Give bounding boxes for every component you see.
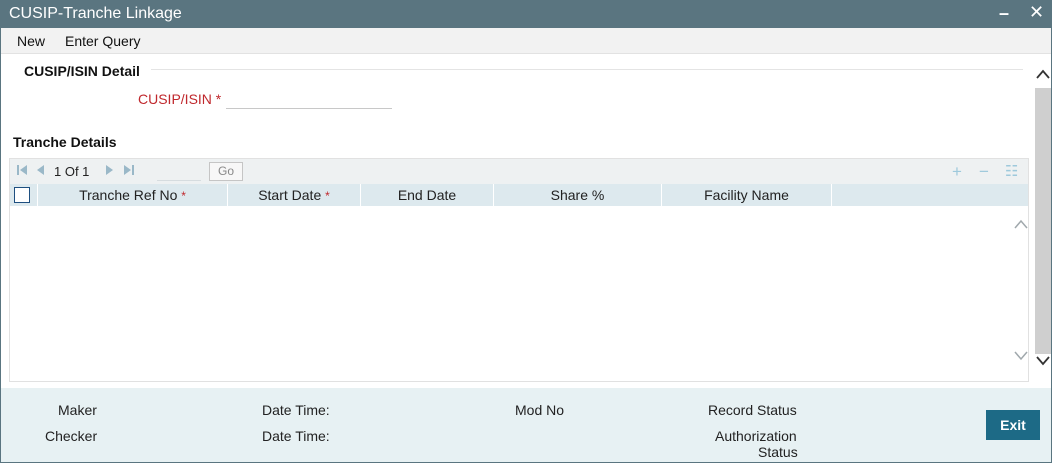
grid-scroll-down-icon[interactable] xyxy=(1014,349,1028,364)
cusip-isin-label-text: CUSIP/ISIN xyxy=(138,91,212,107)
page-indicator: 1 Of 1 xyxy=(54,164,90,179)
page-number-input[interactable] xyxy=(157,163,201,181)
col-tranche-ref-no-label: Tranche Ref No xyxy=(79,187,178,203)
single-view-icon[interactable]: ☷ xyxy=(1005,162,1018,180)
exit-button[interactable]: Exit xyxy=(986,410,1040,440)
record-status-label: Record Status xyxy=(708,402,797,418)
cusip-isin-input[interactable] xyxy=(226,87,392,109)
tranche-details-heading: Tranche Details xyxy=(13,134,117,150)
col-facility-name-label: Facility Name xyxy=(704,187,789,203)
col-share-percent-label: Share % xyxy=(550,187,605,203)
mod-no-label: Mod No xyxy=(515,402,565,418)
remove-row-icon[interactable]: − xyxy=(979,162,989,182)
checker-label: Checker xyxy=(45,428,98,444)
col-tranche-ref-no[interactable]: Tranche Ref No * xyxy=(38,184,228,206)
menu-bar: New Enter Query xyxy=(1,28,1051,54)
grid-scroll-up-icon[interactable] xyxy=(1014,217,1028,232)
scrollbar-thumb[interactable] xyxy=(1035,88,1051,354)
cusip-tranche-linkage-window: CUSIP-Tranche Linkage – ✕ New Enter Quer… xyxy=(0,0,1052,463)
cusip-isin-label: CUSIP/ISIN * xyxy=(138,91,221,107)
grid-pager: 1 Of 1 Go + − ☷ xyxy=(10,159,1028,184)
col-start-date[interactable]: Start Date * xyxy=(228,184,361,206)
required-marker: * xyxy=(325,189,330,203)
title-bar: CUSIP-Tranche Linkage – ✕ xyxy=(1,1,1051,28)
next-page-icon[interactable] xyxy=(104,164,116,179)
required-marker: * xyxy=(181,189,186,203)
col-share-percent[interactable]: Share % xyxy=(494,184,662,206)
select-all-cell xyxy=(10,184,38,206)
add-row-icon[interactable]: + xyxy=(952,162,962,182)
main-scrollbar[interactable] xyxy=(1033,55,1051,387)
scroll-up-icon[interactable] xyxy=(1036,68,1050,82)
close-icon[interactable]: ✕ xyxy=(1029,2,1044,23)
col-start-date-label: Start Date xyxy=(258,187,322,203)
go-button[interactable]: Go xyxy=(209,162,243,181)
maker-date-time-label: Date Time: xyxy=(262,402,330,418)
audit-footer: Maker Checker Date Time: Date Time: Mod … xyxy=(1,388,1051,462)
grid-header: Tranche Ref No * Start Date * End Date S… xyxy=(10,184,1028,206)
first-page-icon[interactable] xyxy=(16,164,28,179)
last-page-icon[interactable] xyxy=(123,164,135,179)
col-end-date-label: End Date xyxy=(397,187,457,203)
scroll-down-icon[interactable] xyxy=(1036,355,1050,369)
authorization-status-label-line1: Authorization xyxy=(715,428,797,444)
minimize-icon[interactable]: – xyxy=(999,3,1009,24)
prev-page-icon[interactable] xyxy=(34,164,46,179)
window-title: CUSIP-Tranche Linkage xyxy=(9,5,182,22)
maker-label: Maker xyxy=(58,402,97,418)
cusip-isin-detail-heading: CUSIP/ISIN Detail xyxy=(24,63,140,79)
section-divider xyxy=(151,69,1023,70)
select-all-checkbox[interactable] xyxy=(14,187,30,203)
menu-item-enter-query[interactable]: Enter Query xyxy=(65,33,140,49)
checker-date-time-label: Date Time: xyxy=(262,428,330,444)
tranche-details-grid: 1 Of 1 Go + − ☷ Tranche Ref No * Start D… xyxy=(9,158,1029,382)
required-marker: * xyxy=(215,91,222,107)
authorization-status-label-line2: Status xyxy=(758,444,798,460)
col-end-date[interactable]: End Date xyxy=(361,184,494,206)
col-facility-name[interactable]: Facility Name xyxy=(662,184,832,206)
menu-item-new[interactable]: New xyxy=(17,33,45,49)
